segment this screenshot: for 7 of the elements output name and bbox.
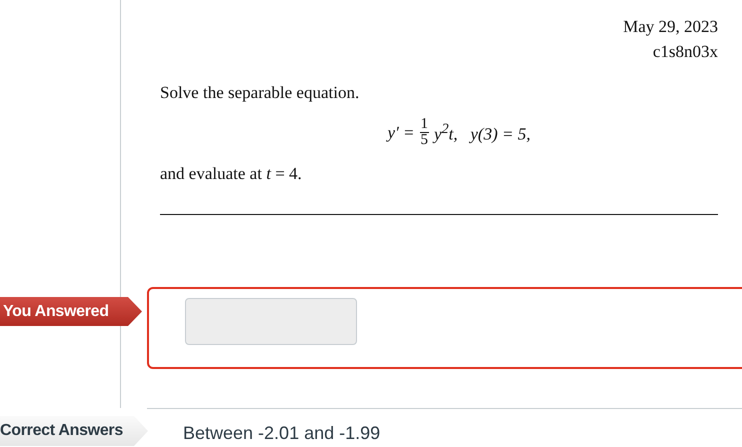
question-text: Solve the separable equation. xyxy=(160,83,360,103)
correct-answer-text: Between -2.01 and -1.99 xyxy=(183,423,380,444)
date-text: May 29, 2023 xyxy=(623,16,718,38)
correct-answers-tag: Correct Answers xyxy=(0,416,148,446)
answer-status-tag: You Answered xyxy=(0,297,142,326)
instruction-text: and evaluate at t = 4. xyxy=(160,164,303,184)
version-code: c1s8n03x xyxy=(652,41,718,63)
